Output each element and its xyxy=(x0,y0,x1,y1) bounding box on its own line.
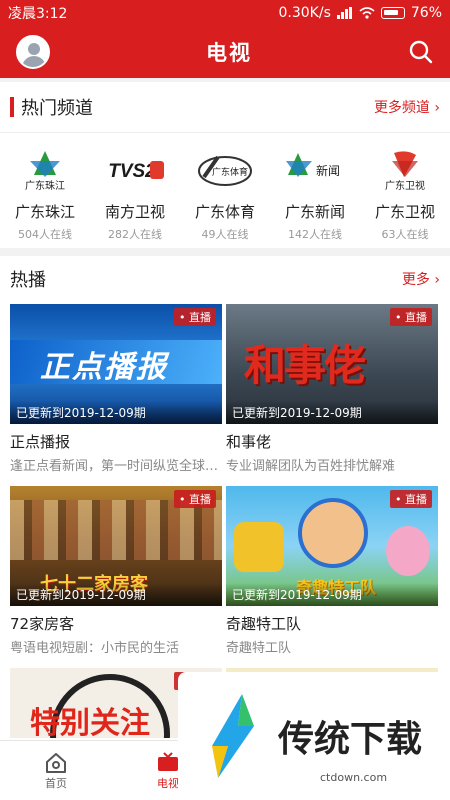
program-desc: 逢正点看新闻，第一时间纵览全球… xyxy=(10,459,219,474)
watermark-logo xyxy=(212,694,254,778)
channel-item[interactable]: 广东体育 广东体育 49人在线 xyxy=(180,133,270,252)
status-bar: 凌晨3:12 0.30K/s 76% xyxy=(0,0,450,26)
tab-home[interactable]: 首页 xyxy=(0,741,112,800)
thumbnail-title-art: 和事佬 xyxy=(244,341,366,390)
channel-viewers: 282人在线 xyxy=(108,228,162,241)
program-desc: 粤语电视短剧：小市民的生活 xyxy=(10,641,180,656)
channel-item[interactable]: 广东珠江 广东珠江 504人在线 xyxy=(0,133,90,252)
program-card[interactable]: 正点播报 • 直播 已更新到2019-12-09期 正点播报 逢正点看新闻，第一… xyxy=(10,304,222,474)
live-badge: • 直播 xyxy=(174,308,216,326)
channel-logo: TVS2 xyxy=(102,145,168,195)
channel-item[interactable]: TVS2 南方卫视 282人在线 xyxy=(90,133,180,252)
update-label: 已更新到2019-12-09期 xyxy=(226,401,438,424)
search-icon[interactable] xyxy=(408,39,434,65)
battery-icon xyxy=(380,7,405,19)
channel-viewers: 49人在线 xyxy=(201,228,249,241)
channel-logo: 新闻 xyxy=(282,145,348,195)
program-card[interactable]: 奇趣特工队 • 直播 已更新到2019-12-09期 奇趣特工队 奇趣特工队 xyxy=(226,486,438,656)
program-title: 72家房客 xyxy=(10,615,75,633)
home-icon xyxy=(46,752,66,773)
network-speed: 0.30K/s xyxy=(278,5,331,21)
channel-logo: 广东珠江 xyxy=(12,145,78,195)
program-thumbnail: 奇趣特工队 • 直播 已更新到2019-12-09期 xyxy=(226,486,438,606)
program-card[interactable]: 七十二家房客 • 直播 已更新到2019-12-09期 72家房客 粤语电视短剧… xyxy=(10,486,222,656)
channel-list: 广东珠江 广东珠江 504人在线 TVS2 南方卫视 282人在线 广东体育 广… xyxy=(0,132,450,252)
channel-logo: 广东体育 xyxy=(192,145,258,195)
watermark-overlay: 传统下载 ctdown.com xyxy=(178,672,450,800)
wifi-icon xyxy=(359,7,375,19)
signal-icon xyxy=(336,7,352,19)
watermark-text: 传统下载 xyxy=(278,719,423,760)
program-card[interactable]: 和事佬 • 直播 已更新到2019-12-09期 和事佬 专业调解团队为百姓排忧… xyxy=(226,304,438,474)
channel-viewers: 504人在线 xyxy=(18,228,72,241)
thumbnail-title-art: 正点播报 xyxy=(40,350,168,385)
hot-play-header: 热播 更多 › xyxy=(0,256,450,302)
channel-item[interactable]: 新闻 广东新闻 142人在线 xyxy=(270,133,360,252)
tab-label: 首页 xyxy=(45,776,67,790)
program-desc: 奇趣特工队 xyxy=(226,641,292,656)
channel-name: 南方卫视 xyxy=(104,203,165,221)
program-thumbnail: 正点播报 • 直播 已更新到2019-12-09期 xyxy=(10,304,222,424)
status-time: 凌晨3:12 xyxy=(8,6,68,22)
update-label: 已更新到2019-12-09期 xyxy=(10,583,222,606)
tab-label: 电视 xyxy=(157,776,179,790)
svg-text:TVS2: TVS2 xyxy=(108,161,156,182)
channel-name: 广东卫视 xyxy=(374,203,435,221)
live-badge: • 直播 xyxy=(390,490,432,508)
live-badge: • 直播 xyxy=(174,490,216,508)
program-thumbnail: 七十二家房客 • 直播 已更新到2019-12-09期 xyxy=(10,486,222,606)
channel-viewers: 63人在线 xyxy=(381,228,429,241)
hot-channels-title: 热门频道 xyxy=(21,98,93,119)
program-thumbnail: 和事佬 • 直播 已更新到2019-12-09期 xyxy=(226,304,438,424)
nav-row: 电视 xyxy=(0,26,450,78)
program-title: 正点播报 xyxy=(10,433,71,451)
battery-level: 76% xyxy=(410,5,442,21)
hot-channels-section: 热门频道 更多频道 › 广东珠江 广东珠江 504人在线 TVS2 南方卫视 2… xyxy=(0,82,450,248)
hot-channels-header: 热门频道 更多频道 › xyxy=(0,82,450,132)
thumbnail-title-art: 特别关注 xyxy=(30,706,150,738)
update-label: 已更新到2019-12-09期 xyxy=(10,401,222,424)
svg-text:广东珠江: 广东珠江 xyxy=(25,179,65,192)
channel-viewers: 142人在线 xyxy=(288,228,342,241)
channel-name: 广东新闻 xyxy=(284,203,345,221)
page-title: 电视 xyxy=(206,41,252,65)
section-title: 热门频道 xyxy=(10,94,93,120)
svg-text:广东卫视: 广东卫视 xyxy=(385,179,425,192)
channel-name: 广东体育 xyxy=(194,203,255,221)
program-title: 奇趣特工队 xyxy=(226,615,302,633)
program-title: 和事佬 xyxy=(226,433,272,451)
more-hot-play-link[interactable]: 更多 › xyxy=(402,269,440,289)
svg-text:新闻: 新闻 xyxy=(316,163,340,178)
tv-icon xyxy=(158,751,178,771)
hot-play-title: 热播 xyxy=(10,270,46,291)
channel-name: 广东珠江 xyxy=(14,203,75,221)
update-label: 已更新到2019-12-09期 xyxy=(226,583,438,606)
hot-play-section: 热播 更多 › 正点播报 • 直播 已更新到2019-12-09期 正点播报 逢… xyxy=(0,256,450,740)
svg-text:广东体育: 广东体育 xyxy=(212,166,248,178)
channel-item[interactable]: 广东卫视 广东卫视 63人在线 xyxy=(360,133,450,252)
watermark-url: ctdown.com xyxy=(320,771,388,784)
more-channels-link[interactable]: 更多频道 › xyxy=(374,97,440,117)
top-bar: 凌晨3:12 0.30K/s 76% 电视 xyxy=(0,0,450,78)
status-indicators: 0.30K/s 76% xyxy=(279,5,443,21)
avatar[interactable] xyxy=(16,35,50,69)
channel-logo: 广东卫视 xyxy=(372,145,438,195)
program-desc: 专业调解团队为百姓排忧解难 xyxy=(226,459,396,474)
live-badge: • 直播 xyxy=(390,308,432,326)
